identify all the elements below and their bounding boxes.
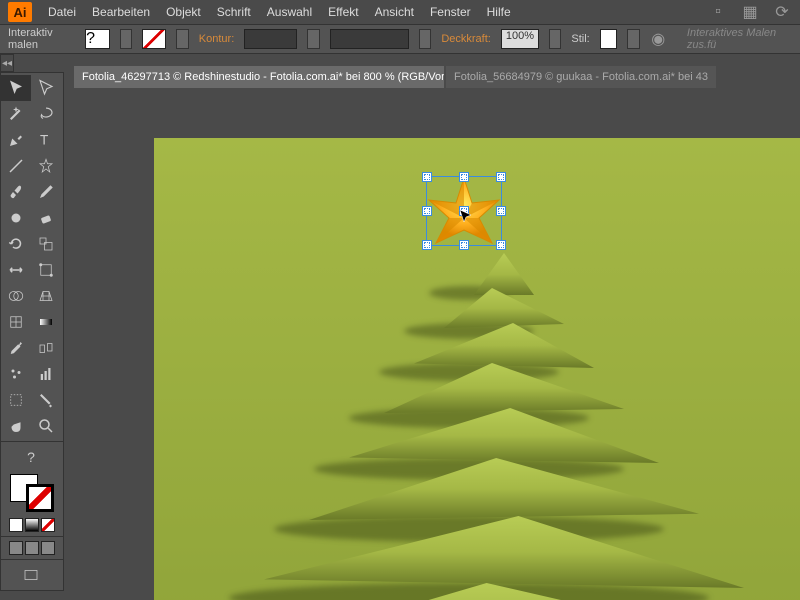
color-mode-gradient[interactable] (25, 518, 39, 532)
selection-tool[interactable] (1, 75, 31, 101)
pencil-tool[interactable] (31, 179, 61, 205)
symbol-sprayer-tool[interactable] (1, 361, 31, 387)
cursor-icon (458, 208, 474, 224)
opacity-field[interactable]: 100% (501, 29, 539, 49)
stroke-label: Kontur: (199, 33, 234, 45)
tab-inactive[interactable]: Fotolia_56684979 © guukaa - Fotolia.com.… (446, 66, 716, 88)
options-bar: Interaktiv malen ? Kontur: Deckkraft: 10… (0, 24, 800, 54)
free-transform-tool[interactable] (31, 257, 61, 283)
selection-handle-w[interactable] (422, 206, 432, 216)
menu-file[interactable]: Datei (48, 5, 76, 19)
panel-collapse-toggle[interactable]: ◂◂ (0, 54, 14, 72)
artboard: D-Tutorials.de (154, 138, 800, 600)
eraser-tool[interactable] (31, 205, 61, 231)
menu-bar: Ai Datei Bearbeiten Objekt Schrift Auswa… (0, 0, 800, 24)
zoom-tool[interactable] (31, 413, 61, 439)
selection-handle-e[interactable] (496, 206, 506, 216)
width-tool[interactable] (1, 257, 31, 283)
help-indicator: ? (1, 444, 61, 470)
selection-handle-sw[interactable] (422, 240, 432, 250)
blend-tool[interactable] (31, 335, 61, 361)
draw-behind[interactable] (25, 541, 39, 555)
perspective-grid-tool[interactable] (31, 283, 61, 309)
mesh-tool[interactable] (1, 309, 31, 335)
color-mode-row (1, 516, 63, 534)
menu-type[interactable]: Schrift (217, 5, 251, 19)
app-icon: Ai (8, 2, 32, 22)
fill-swatch[interactable]: ? (85, 29, 109, 49)
artboard-tool[interactable] (1, 387, 31, 413)
color-mode-none[interactable] (41, 518, 55, 532)
menu-window[interactable]: Fenster (430, 5, 471, 19)
column-graph-tool[interactable] (31, 361, 61, 387)
line-tool[interactable] (1, 153, 31, 179)
tab-active[interactable]: Fotolia_46297713 © Redshinestudio - Foto… (74, 66, 444, 88)
star-selected-object[interactable] (414, 168, 514, 268)
stroke-dropdown[interactable] (176, 29, 188, 49)
draw-inside[interactable] (41, 541, 55, 555)
eyedropper-tool[interactable] (1, 335, 31, 361)
svg-text:T: T (40, 133, 48, 148)
stroke-weight-dropdown[interactable] (307, 29, 319, 49)
menu-select[interactable]: Auswahl (267, 5, 312, 19)
recolor-icon[interactable]: ◉ (650, 31, 667, 47)
search-icon[interactable]: ⟳ (772, 4, 792, 20)
magic-wand-tool[interactable] (1, 101, 31, 127)
selection-handle-ne[interactable] (496, 172, 506, 182)
shape-builder-tool[interactable] (1, 283, 31, 309)
menu-right-icons: ▫ ▦ ⟳ (708, 4, 792, 20)
fill-dropdown[interactable] (120, 29, 132, 49)
draw-normal[interactable] (9, 541, 23, 555)
paintbrush-tool[interactable] (1, 179, 31, 205)
bridge-icon[interactable]: ▫ (708, 4, 728, 20)
opacity-label: Deckkraft: (441, 33, 491, 45)
selection-handle-s[interactable] (459, 240, 469, 250)
color-mode-solid[interactable] (9, 518, 23, 532)
menu-effect[interactable]: Effekt (328, 5, 358, 19)
brush-dropdown[interactable] (419, 29, 431, 49)
menu-help[interactable]: Hilfe (487, 5, 511, 19)
stroke-color-box[interactable] (26, 484, 54, 512)
stroke-weight-field[interactable] (244, 29, 297, 49)
tab-title: Fotolia_46297713 © Redshinestudio - Foto… (82, 71, 444, 83)
lasso-tool[interactable] (31, 101, 61, 127)
tab-title: Fotolia_56684979 © guukaa - Fotolia.com.… (454, 71, 708, 83)
canvas-area[interactable]: D-Tutorials.de (74, 88, 800, 600)
scale-tool[interactable] (31, 231, 61, 257)
menu-view[interactable]: Ansicht (375, 5, 414, 19)
screen-mode-button[interactable] (1, 562, 61, 588)
document-tabs: Fotolia_46297713 © Redshinestudio - Foto… (74, 64, 800, 88)
screen-mode-row (1, 539, 63, 557)
star-tool[interactable] (31, 153, 61, 179)
gradient-tool[interactable] (31, 309, 61, 335)
selection-handle-se[interactable] (496, 240, 506, 250)
type-tool[interactable]: T (31, 127, 61, 153)
hand-tool[interactable] (1, 413, 31, 439)
style-swatch[interactable] (600, 29, 618, 49)
menu-object[interactable]: Objekt (166, 5, 201, 19)
stroke-swatch[interactable] (142, 29, 166, 49)
menu-edit[interactable]: Bearbeiten (92, 5, 150, 19)
brush-field[interactable] (330, 29, 409, 49)
slice-tool[interactable] (31, 387, 61, 413)
rotate-tool[interactable] (1, 231, 31, 257)
selection-handle-nw[interactable] (422, 172, 432, 182)
blob-brush-tool[interactable] (1, 205, 31, 231)
tool-name-label: Interaktiv malen (8, 27, 75, 51)
direct-selection-tool[interactable] (31, 75, 61, 101)
opacity-dropdown[interactable] (549, 29, 561, 49)
disabled-hint: Interaktives Malen zus.fü (687, 27, 792, 51)
tools-panel: T ? (0, 72, 64, 591)
style-label: Stil: (571, 33, 589, 45)
pen-tool[interactable] (1, 127, 31, 153)
style-dropdown[interactable] (627, 29, 639, 49)
fill-stroke-control[interactable] (10, 474, 54, 512)
arrange-icon[interactable]: ▦ (740, 4, 760, 20)
selection-handle-n[interactable] (459, 172, 469, 182)
